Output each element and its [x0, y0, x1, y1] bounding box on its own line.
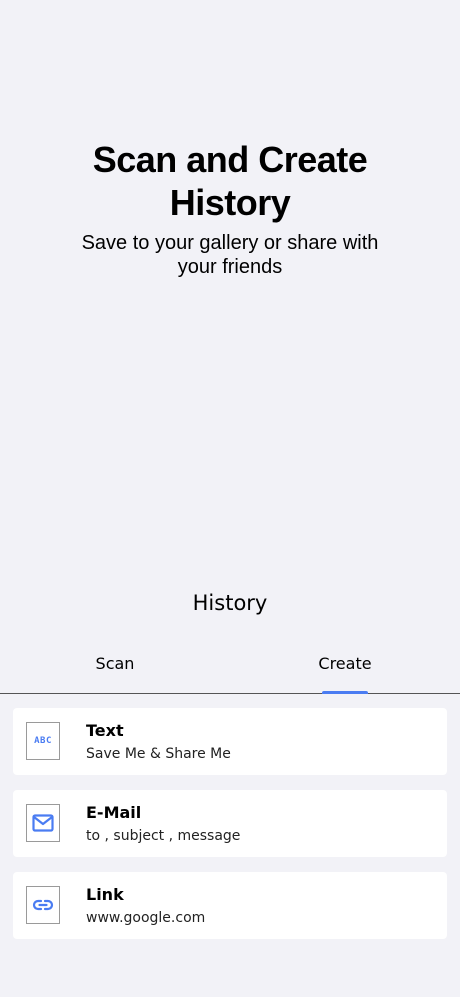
list-item-text[interactable]: ABC Text Save Me & Share Me — [13, 708, 447, 775]
list-item-email[interactable]: E-Mail to , subject , message — [13, 790, 447, 857]
screen-title: History — [192, 591, 268, 615]
list-item-subtitle: Save Me & Share Me — [86, 746, 231, 762]
list-item-subtitle: to , subject , message — [86, 828, 241, 844]
link-icon-glyph — [32, 899, 54, 911]
list-item-subtitle: www.google.com — [86, 910, 206, 926]
abc-text-icon-label: ABC — [34, 736, 52, 746]
mail-icon-glyph — [32, 814, 54, 832]
mail-icon — [26, 804, 60, 842]
tab-scan[interactable]: Scan — [55, 652, 175, 693]
tab-scan-label: Scan — [95, 654, 135, 673]
tab-create-label: Create — [318, 654, 372, 673]
list-item-title: Text — [86, 721, 124, 740]
selected-tab-indicator — [322, 691, 368, 694]
abc-text-icon: ABC — [26, 722, 60, 760]
history-list: ABC Text Save Me & Share Me E-Mail to , … — [13, 708, 447, 954]
list-item-title: E-Mail — [86, 803, 142, 822]
onboarding-title: Scan and Create History — [92, 139, 368, 223]
onboarding-subtitle: Save to your gallery or share with your … — [81, 232, 379, 278]
tab-bar: Scan Create — [0, 642, 460, 694]
list-item-link[interactable]: Link www.google.com — [13, 872, 447, 939]
link-icon — [26, 886, 60, 924]
list-item-title: Link — [86, 885, 124, 904]
tab-create[interactable]: Create — [285, 652, 405, 693]
